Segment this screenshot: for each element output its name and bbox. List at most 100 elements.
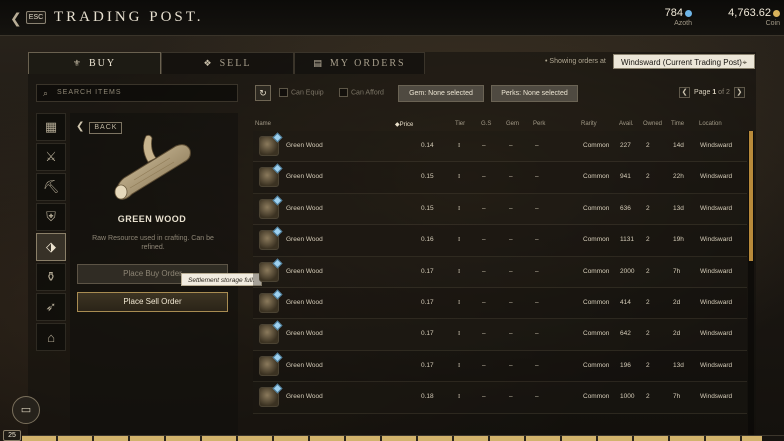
- tab-bar: ⚜ BUY ❖ SELL ▤ MY ORDERS: [28, 52, 425, 74]
- cell-time: 2d: [673, 298, 681, 306]
- back-arrow-icon[interactable]: ❮: [10, 10, 24, 26]
- col-location[interactable]: Location: [699, 121, 722, 127]
- tab-sell-label: SELL: [219, 58, 252, 69]
- cell-rarity: Common: [583, 393, 610, 401]
- cell-location: Windsward: [700, 236, 733, 244]
- tab-my-orders-label: MY ORDERS: [329, 58, 406, 69]
- ammo-icon: ➶: [45, 299, 57, 314]
- can-afford-checkbox[interactable]: Can Afford: [339, 88, 384, 97]
- next-page-button[interactable]: ❯: [733, 87, 745, 98]
- cell-location: Windsward: [700, 361, 733, 369]
- top-bar: ❮ ESC TRADING POST. 784 Azoth 4,763.62 C…: [0, 0, 784, 36]
- category-consumables[interactable]: ⚱: [36, 263, 66, 291]
- col-rarity[interactable]: Rarity: [581, 121, 597, 127]
- table-row[interactable]: Green Wood 0.18 I – – – Common 1000 2 7h…: [253, 382, 747, 414]
- table-row[interactable]: Green Wood 0.17 I – – – Common 414 2 2d …: [253, 287, 747, 320]
- perks-filter-button[interactable]: Perks: None selected: [491, 85, 578, 102]
- col-time[interactable]: Time: [671, 121, 684, 127]
- search-input[interactable]: ⌕ SEARCH ITEMS: [36, 84, 238, 102]
- cell-name: Green Wood: [286, 361, 323, 369]
- cell-price: 0.15: [421, 204, 434, 212]
- cell-gem: –: [509, 142, 513, 149]
- col-name[interactable]: Name: [255, 121, 271, 127]
- esc-key-hint[interactable]: ESC: [26, 11, 46, 24]
- category-furniture[interactable]: ⌂: [36, 323, 66, 351]
- cell-location: Windsward: [700, 173, 733, 181]
- can-equip-checkbox[interactable]: Can Equip: [279, 88, 324, 97]
- cell-tier: I: [458, 142, 461, 149]
- cell-avail: 196: [620, 361, 631, 369]
- cell-gs: –: [482, 236, 486, 244]
- category-ammunition[interactable]: ➶: [36, 293, 66, 321]
- category-sidebar: ▦ ⚔ ⛏ ⛨ ⬗ ⚱ ➶ ⌂: [36, 113, 68, 353]
- cell-avail: 642: [620, 330, 631, 338]
- storage-full-tooltip: Settlement storage full.: [181, 273, 262, 286]
- table-row[interactable]: Green Wood 0.15 I – – – Common 941 2 22h…: [253, 162, 747, 194]
- player-level: 25: [3, 430, 21, 441]
- checkbox-box: [339, 88, 348, 97]
- table-row[interactable]: Green Wood 0.14 I – – – Common 227 2 14d…: [253, 131, 747, 163]
- cell-rarity: Common: [583, 267, 610, 275]
- prev-page-button[interactable]: ❮: [679, 87, 690, 98]
- cell-price: 0.17: [421, 330, 434, 338]
- cell-time: 14d: [673, 142, 684, 149]
- cell-avail: 414: [620, 298, 631, 306]
- buy-icon: ⚜: [72, 58, 83, 68]
- cell-perk: –: [535, 330, 539, 338]
- can-afford-label: Can Afford: [351, 89, 384, 97]
- item-thumbnail: [259, 320, 283, 345]
- cell-time: 13d: [673, 361, 684, 369]
- chat-button[interactable]: ▭: [12, 396, 40, 424]
- col-avail[interactable]: Avail.: [619, 121, 634, 127]
- cell-rarity: Common: [583, 204, 610, 212]
- item-name: GREEN WOOD: [117, 214, 187, 224]
- col-price[interactable]: ◆Price: [395, 121, 413, 128]
- category-tools[interactable]: ⛏: [36, 173, 66, 201]
- col-gem[interactable]: Gem: [506, 121, 519, 127]
- table-row[interactable]: Green Wood 0.17 I – – – Common 196 2 13d…: [253, 350, 747, 383]
- coin-value: 4,763.62: [728, 7, 771, 19]
- tab-sell[interactable]: ❖ SELL: [161, 52, 294, 74]
- col-gs[interactable]: G.S: [481, 121, 491, 127]
- table-scrollbar-thumb[interactable]: [749, 131, 753, 261]
- page-of: of 2: [718, 89, 730, 96]
- table-header: Name ◆Price Tier G.S Gem Perk Rarity Ava…: [253, 119, 751, 131]
- category-weapons[interactable]: ⚔: [36, 143, 66, 171]
- col-owned[interactable]: Owned: [643, 121, 662, 127]
- cell-perk: –: [535, 267, 539, 275]
- showing-orders-label: • Showing orders at: [545, 58, 606, 65]
- table-row[interactable]: Green Wood 0.17 I – – – Common 642 2 2d …: [253, 319, 747, 351]
- item-thumbnail: [259, 132, 283, 156]
- category-all[interactable]: ▦: [36, 113, 66, 141]
- orders-icon: ▤: [313, 58, 324, 68]
- item-thumbnail: [259, 289, 283, 313]
- place-sell-order-button[interactable]: Place Sell Order: [77, 292, 228, 312]
- category-armor[interactable]: ⛨: [36, 203, 66, 231]
- cell-name: Green Wood: [286, 298, 323, 306]
- gem-filter-button[interactable]: Gem: None selected: [398, 85, 484, 102]
- tab-buy[interactable]: ⚜ BUY: [28, 52, 161, 74]
- cell-rarity: Common: [583, 173, 610, 181]
- location-value: Windsward (Current Trading Post): [621, 58, 742, 67]
- cell-gem: –: [509, 298, 513, 306]
- cell-gem: –: [509, 236, 513, 244]
- pin-icon: ⌖: [742, 58, 747, 67]
- tier-gem-icon: [272, 226, 283, 237]
- cell-gs: –: [482, 204, 486, 212]
- table-row[interactable]: Green Wood 0.17 I – – – Common 2000 2 7h…: [253, 256, 747, 288]
- item-thumbnail: [259, 258, 283, 282]
- refresh-button[interactable]: ↻: [255, 85, 271, 101]
- cell-owned: 2: [646, 393, 650, 401]
- tier-gem-icon: [272, 289, 283, 300]
- cell-perk: –: [535, 173, 539, 181]
- col-tier[interactable]: Tier: [455, 121, 465, 127]
- table-row[interactable]: Green Wood 0.16 I – – – Common 1131 2 19…: [253, 225, 747, 257]
- col-perk[interactable]: Perk: [533, 121, 545, 127]
- category-raw-resources[interactable]: ⬗: [36, 233, 66, 261]
- cell-time: 22h: [673, 173, 684, 181]
- location-select[interactable]: Windsward (Current Trading Post) ⌖: [613, 54, 755, 69]
- tab-my-orders[interactable]: ▤ MY ORDERS: [294, 52, 425, 74]
- table-row[interactable]: Green Wood 0.15 I – – – Common 636 2 13d…: [253, 193, 747, 226]
- search-icon: ⌕: [43, 88, 50, 98]
- cell-gem: –: [509, 267, 513, 275]
